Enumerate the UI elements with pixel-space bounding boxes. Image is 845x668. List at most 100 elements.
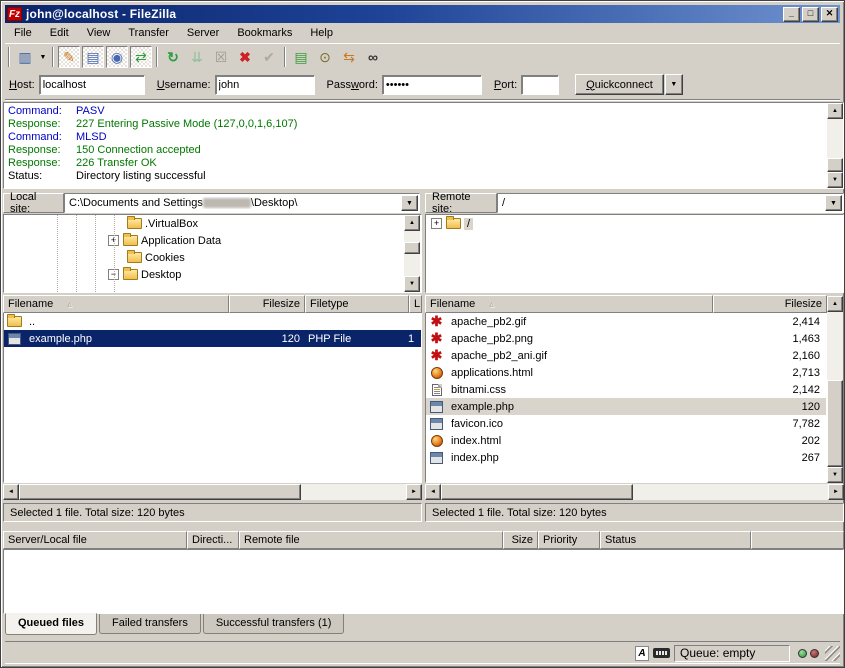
title-bar[interactable]: Fz john@localhost - FileZilla _ □ ✕ — [5, 5, 840, 23]
minimize-button[interactable]: _ — [783, 7, 800, 22]
process-queue-icon[interactable]: ⇊ — [186, 46, 208, 68]
menu-help[interactable]: Help — [301, 25, 342, 41]
column-header-filesize[interactable]: Filesize — [713, 295, 827, 313]
file-row[interactable]: apache_pb2_ani.gif 2,160 — [426, 347, 826, 364]
filter-icon[interactable]: ▤ — [290, 46, 312, 68]
toggle-remote-tree-icon[interactable]: ◉ — [106, 46, 128, 68]
column-header-priority[interactable]: Priority — [538, 531, 600, 549]
file-row[interactable]: apache_pb2.png 1,463 — [426, 330, 826, 347]
refresh-icon[interactable]: ↻ — [162, 46, 184, 68]
file-row[interactable]: index.html 202 — [426, 432, 826, 449]
remote-list-hscrollbar[interactable]: ◄ ► — [425, 484, 844, 500]
file-row-selected[interactable]: example.php 120 — [426, 398, 826, 415]
local-site-combo[interactable]: C:\Documents and Settings\Desktop\ ▼ — [64, 193, 420, 213]
synchronized-browsing-icon[interactable]: ∞ — [362, 46, 384, 68]
column-header-direction[interactable]: Directi... — [187, 531, 239, 549]
queue-list[interactable] — [3, 549, 844, 614]
scroll-down-icon[interactable]: ▼ — [827, 467, 843, 483]
filezilla-logo-icon: Fz — [7, 7, 22, 21]
speed-limit-icon[interactable] — [653, 648, 670, 658]
scroll-up-icon[interactable]: ▲ — [404, 215, 420, 231]
site-manager-icon[interactable]: ▥ — [14, 46, 36, 68]
activity-led-red-icon — [810, 649, 819, 658]
menu-view[interactable]: View — [78, 25, 120, 41]
disconnect-icon[interactable]: ✖ — [234, 46, 256, 68]
tab-failed-transfers[interactable]: Failed transfers — [99, 614, 201, 634]
data-type-indicator-icon[interactable]: A — [635, 646, 649, 661]
file-row-selected[interactable]: example.php 120 PHP File 1 — [4, 330, 421, 347]
tab-queued-files[interactable]: Queued files — [5, 613, 97, 635]
menu-transfer[interactable]: Transfer — [119, 25, 178, 41]
log-scrollbar[interactable]: ▲ ▼ — [827, 103, 843, 188]
file-row[interactable]: bitnami.css 2,142 — [426, 381, 826, 398]
column-header-filename[interactable]: Filename▵ — [425, 295, 713, 313]
compare-directories-icon[interactable]: ⇆ — [338, 46, 360, 68]
folder-icon — [6, 315, 23, 329]
toggle-message-log-icon[interactable]: ✎ — [58, 46, 80, 68]
maximize-button[interactable]: □ — [802, 7, 819, 22]
menu-edit[interactable]: Edit — [41, 25, 78, 41]
log-label: Command: — [4, 105, 76, 118]
column-header-remote-file[interactable]: Remote file — [239, 531, 503, 549]
quickconnect-button[interactable]: Quickconnect — [575, 74, 664, 95]
port-input[interactable] — [521, 75, 559, 95]
file-row-parent-dir[interactable]: .. — [4, 313, 421, 330]
file-row[interactable]: applications.html 2,713 — [426, 364, 826, 381]
column-header-filesize[interactable]: Filesize — [229, 295, 305, 313]
scroll-up-icon[interactable]: ▲ — [827, 296, 843, 312]
expand-icon[interactable]: + — [431, 218, 442, 229]
local-tree-scrollbar[interactable]: ▲ ▼ — [404, 215, 420, 292]
scroll-right-icon[interactable]: ► — [406, 484, 422, 500]
scroll-right-icon[interactable]: ► — [828, 484, 844, 500]
local-list-hscrollbar[interactable]: ◄ ► — [3, 484, 422, 500]
quickconnect-dropdown-icon[interactable]: ▼ — [665, 74, 683, 95]
site-manager-dropdown-icon[interactable]: ▼ — [37, 46, 49, 68]
column-header-size[interactable]: Size — [503, 531, 538, 549]
remote-site-combo[interactable]: / ▼ — [497, 193, 844, 213]
find-files-icon[interactable]: ⊙ — [314, 46, 336, 68]
toggle-transfer-queue-icon[interactable]: ⇄ — [130, 46, 152, 68]
file-size: 120 — [714, 401, 824, 413]
column-header-status[interactable]: Status — [600, 531, 751, 549]
scroll-down-icon[interactable]: ▼ — [827, 172, 843, 188]
reconnect-icon[interactable]: ✔ — [258, 46, 280, 68]
cancel-operation-icon[interactable]: ☒ — [210, 46, 232, 68]
menu-file[interactable]: File — [5, 25, 41, 41]
file-row[interactable]: index.php 267 — [426, 449, 826, 466]
scroll-up-icon[interactable]: ▲ — [827, 103, 843, 119]
combo-dropdown-icon[interactable]: ▼ — [825, 195, 842, 211]
file-row[interactable]: favicon.ico 7,782 — [426, 415, 826, 432]
menu-bookmarks[interactable]: Bookmarks — [228, 25, 301, 41]
file-row[interactable]: apache_pb2.gif 2,414 — [426, 313, 826, 330]
remote-list-scrollbar[interactable]: ▲ ▼ — [827, 296, 843, 483]
resize-grip[interactable] — [825, 646, 840, 661]
column-header-filetype[interactable]: Filetype — [305, 295, 409, 313]
scroll-down-icon[interactable]: ▼ — [404, 276, 420, 292]
tree-item[interactable]: Cookies — [4, 249, 421, 266]
menu-server[interactable]: Server — [178, 25, 228, 41]
css-document-icon — [428, 383, 445, 397]
file-size: 2,142 — [714, 384, 824, 396]
tree-item[interactable]: + Application Data — [4, 232, 421, 249]
column-header-server-local-file[interactable]: Server/Local file — [3, 531, 187, 549]
tree-item[interactable]: − Desktop — [4, 266, 421, 283]
scroll-left-icon[interactable]: ◄ — [425, 484, 441, 500]
username-input[interactable] — [215, 75, 315, 95]
file-type: PHP File — [304, 333, 408, 345]
toggle-local-tree-icon[interactable]: ▤ — [82, 46, 104, 68]
scroll-left-icon[interactable]: ◄ — [3, 484, 19, 500]
column-header-filler — [751, 531, 844, 549]
host-input[interactable] — [39, 75, 145, 95]
column-header-lastmodified[interactable]: L — [409, 295, 422, 313]
password-input[interactable] — [382, 75, 482, 95]
remote-file-list: apache_pb2.gif 2,414 apache_pb2.png 1,46… — [425, 313, 827, 483]
tree-item[interactable]: + / — [426, 215, 843, 232]
tab-successful-transfers[interactable]: Successful transfers (1) — [203, 614, 345, 634]
password-label: Password: — [327, 79, 378, 91]
tree-item[interactable]: .VirtualBox — [4, 215, 421, 232]
file-size: 1,463 — [714, 333, 824, 345]
close-button[interactable]: ✕ — [821, 7, 838, 22]
toolbar-separator — [156, 47, 158, 67]
combo-dropdown-icon[interactable]: ▼ — [401, 195, 418, 211]
column-header-filename[interactable]: Filename▵ — [3, 295, 229, 313]
